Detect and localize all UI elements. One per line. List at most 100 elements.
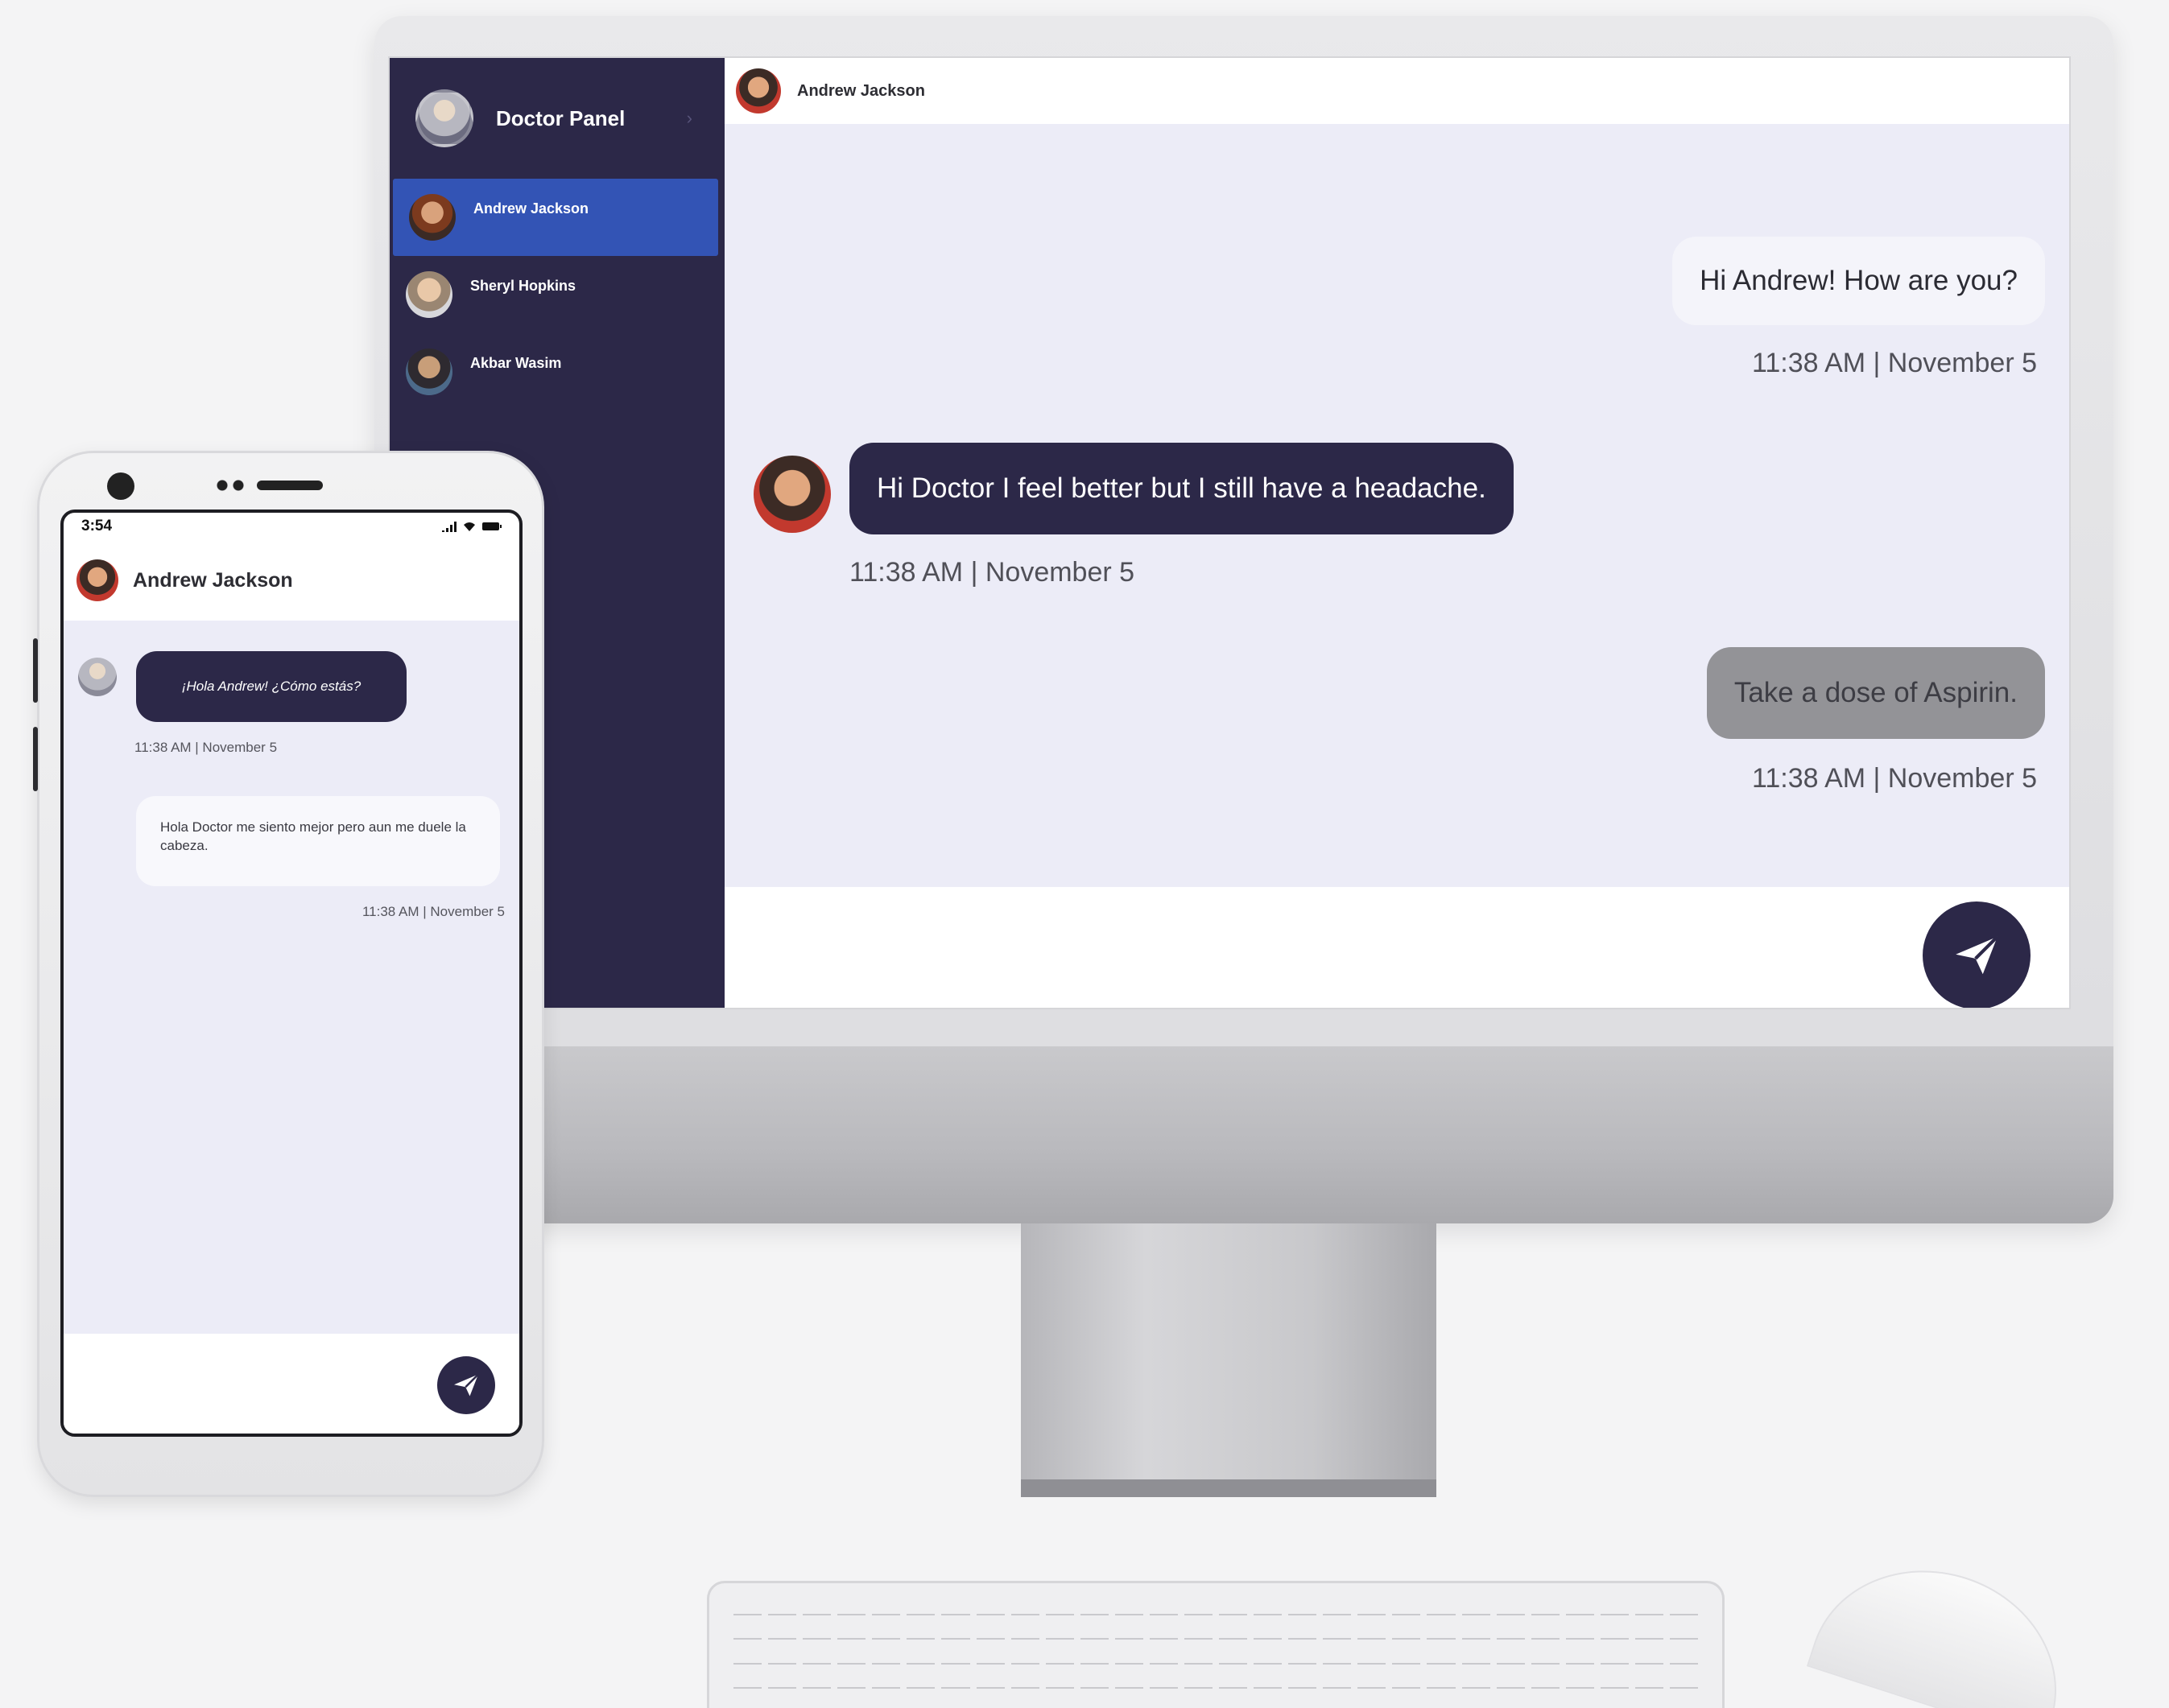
keyboard-key (1149, 1673, 1178, 1689)
keyboard-key (872, 1623, 901, 1640)
chat-header: Andrew Jackson (64, 540, 519, 621)
message-list[interactable]: Hi Andrew! How are you? 11:38 AM | Novem… (725, 124, 2069, 887)
keyboard-key (1288, 1648, 1317, 1665)
keyboard-key (1357, 1648, 1386, 1665)
sidebar-header: Doctor Panel › (390, 58, 725, 179)
keyboard-key (1010, 1673, 1039, 1689)
chat-panel: Andrew Jackson Hi Andrew! How are you? 1… (725, 58, 2069, 1008)
keyboard-key (907, 1673, 936, 1689)
sidebar-item-sheryl-hopkins[interactable]: Sheryl Hopkins (390, 256, 725, 333)
keyboard-key (1323, 1648, 1352, 1665)
doctor-avatar (415, 89, 473, 147)
sidebar-item-andrew-jackson[interactable]: Andrew Jackson (393, 179, 718, 256)
keyboard-key (1427, 1623, 1456, 1640)
keyboard-key (1010, 1623, 1039, 1640)
keyboard-key (1427, 1673, 1456, 1689)
keyboard-key (1045, 1673, 1074, 1689)
keyboard-key (733, 1599, 762, 1615)
status-time: 3:54 (81, 518, 113, 534)
keyboard-key (1565, 1623, 1594, 1640)
message-composer[interactable] (64, 1334, 519, 1434)
message-bubble: ¡Hola Andrew! ¿Cómo estás? (136, 651, 407, 722)
message-composer[interactable] (725, 887, 2069, 1008)
keyboard-key (1323, 1623, 1352, 1640)
avatar (406, 271, 452, 318)
chat-header: Andrew Jackson (725, 58, 2069, 124)
phone-frame: 3:54 Andrew Jackson ¡Hola Andrew! ¿Cómo … (33, 451, 544, 1497)
keyboard-key (1461, 1599, 1490, 1615)
message-list[interactable]: ¡Hola Andrew! ¿Cómo estás? 11:38 AM | No… (64, 621, 519, 1334)
keyboard-key (1184, 1673, 1213, 1689)
status-bar: 3:54 (64, 513, 519, 540)
keyboard-key (1531, 1599, 1560, 1615)
keyboard-key (1045, 1623, 1074, 1640)
keyboard-key (1427, 1648, 1456, 1665)
keyboard-key (941, 1623, 970, 1640)
send-button[interactable] (437, 1356, 495, 1414)
keyboard-key (1600, 1648, 1629, 1665)
keyboard-key (1219, 1623, 1248, 1640)
keyboard-key (1634, 1648, 1663, 1665)
keyboard-key (1184, 1623, 1213, 1640)
keyboard-key (1634, 1673, 1663, 1689)
keyboard-key (1496, 1623, 1525, 1640)
keyboard-key (837, 1623, 866, 1640)
keyboard-key (1461, 1673, 1490, 1689)
keyboard-key (1600, 1623, 1629, 1640)
keyboard-key (976, 1623, 1005, 1640)
paper-plane-icon (1956, 935, 1999, 975)
message-timestamp: 11:38 AM | November 5 (1751, 763, 2037, 794)
message-timestamp: 11:38 AM | November 5 (362, 904, 505, 919)
contact-name: Sheryl Hopkins (470, 277, 576, 294)
battery-icon (482, 522, 502, 530)
message-bubble: Hi Doctor I feel better but I still have… (849, 443, 1514, 534)
keyboard-key (1010, 1648, 1039, 1665)
imac-chin (374, 1046, 2113, 1223)
keyboard-key (768, 1599, 797, 1615)
keyboard-key (1045, 1648, 1074, 1665)
keyboard-key (768, 1648, 797, 1665)
keyboard-key (1080, 1673, 1109, 1689)
keyboard-key (1496, 1599, 1525, 1615)
keyboard-key (976, 1648, 1005, 1665)
keyboard-key (907, 1648, 936, 1665)
keyboard-key (733, 1623, 762, 1640)
keyboard-key (1254, 1648, 1283, 1665)
keyboard-key (872, 1599, 901, 1615)
keyboard-key (837, 1648, 866, 1665)
keyboard-key (1357, 1599, 1386, 1615)
keyboard-key (733, 1648, 762, 1665)
keyboard-key (1219, 1648, 1248, 1665)
keyboard-key (1600, 1673, 1629, 1689)
keyboard-key (1254, 1599, 1283, 1615)
keyboard-key (1565, 1648, 1594, 1665)
keyboard-key (1496, 1648, 1525, 1665)
avatar (409, 194, 456, 241)
volume-button (33, 638, 38, 703)
keyboard-key (1392, 1599, 1421, 1615)
keyboard-key (976, 1673, 1005, 1689)
keyboard-key (1427, 1599, 1456, 1615)
keyboard-key (1219, 1673, 1248, 1689)
keyboard-key (976, 1599, 1005, 1615)
message-timestamp: 11:38 AM | November 5 (1751, 348, 2037, 378)
keyboard-key (1080, 1623, 1109, 1640)
keyboard-key (803, 1648, 832, 1665)
keyboard-key (1669, 1623, 1698, 1640)
keyboard-key (1531, 1673, 1560, 1689)
keyboard-key (1565, 1673, 1594, 1689)
keyboard-key (941, 1673, 970, 1689)
keyboard-key (1149, 1599, 1178, 1615)
signal-icon (442, 522, 457, 532)
chat-header-name: Andrew Jackson (133, 568, 293, 592)
sidebar-item-akbar-wasim[interactable]: Akbar Wasim (390, 333, 725, 410)
keyboard-key (1323, 1599, 1352, 1615)
contact-name: Akbar Wasim (470, 354, 562, 371)
chevron-right-icon[interactable]: › (687, 108, 692, 129)
message-timestamp: 11:38 AM | November 5 (849, 557, 1135, 588)
keyboard-key (1288, 1599, 1317, 1615)
keyboard-key (1392, 1673, 1421, 1689)
keyboard-key (1357, 1623, 1386, 1640)
camera (107, 472, 134, 500)
send-button[interactable] (1923, 901, 2031, 1008)
